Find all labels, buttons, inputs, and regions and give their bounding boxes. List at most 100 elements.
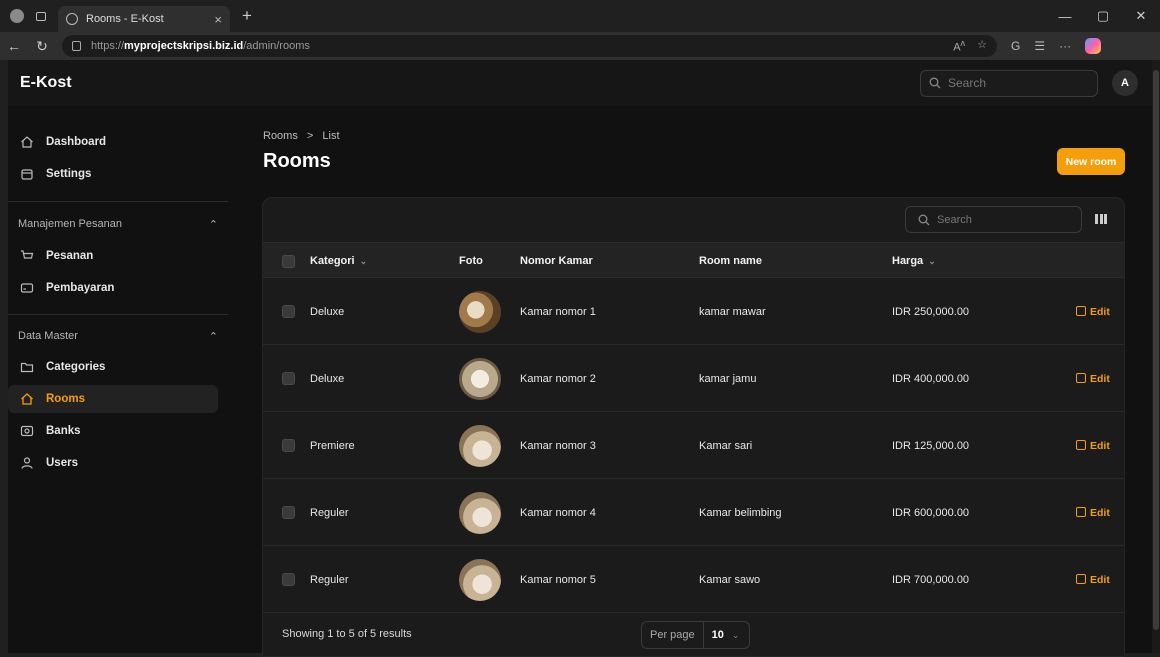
refresh-icon[interactable]: ↻ — [28, 38, 56, 55]
back-icon[interactable]: ← — [0, 38, 28, 54]
row-checkbox[interactable] — [282, 278, 295, 345]
cell-harga: IDR 400,000.00 — [892, 372, 970, 385]
room-photo — [459, 412, 501, 479]
cell-kategori: Reguler — [310, 506, 349, 519]
column-header-kategori[interactable]: Kategori ⌄ — [310, 243, 367, 279]
new-room-button[interactable]: New room — [1057, 148, 1125, 175]
sidebar-divider — [8, 314, 228, 315]
select-all-checkbox[interactable] — [282, 243, 295, 279]
favorite-star-icon[interactable]: ☆ — [977, 38, 987, 54]
minimize-button[interactable]: — — [1046, 9, 1084, 24]
cell-room-name: kamar jamu — [699, 372, 757, 385]
top-bar: E-Kost Search A — [8, 60, 1152, 106]
bank-icon — [20, 424, 34, 438]
tab-actions-icon[interactable] — [36, 11, 46, 21]
cell-room-name: Kamar belimbing — [699, 506, 782, 519]
new-tab-button[interactable]: + — [242, 6, 252, 26]
sidebar-item-dashboard[interactable]: Dashboard — [8, 128, 218, 156]
edit-button[interactable]: Edit — [1076, 546, 1110, 613]
search-icon — [918, 214, 930, 225]
sidebar-group-label: Manajemen Pesanan — [18, 218, 122, 230]
row-checkbox[interactable] — [282, 412, 295, 479]
url-field[interactable]: https://myprojectskripsi.biz.id/admin/ro… — [62, 35, 997, 57]
sidebar-item-pesanan[interactable]: Pesanan — [8, 242, 218, 270]
sidebar-item-settings[interactable]: Settings — [8, 160, 218, 188]
per-page-select[interactable]: Per page 10 ⌄ — [641, 621, 750, 649]
table-search-input[interactable]: Search — [905, 206, 1082, 233]
cell-nomor-kamar: Kamar nomor 3 — [520, 439, 596, 452]
edit-button[interactable]: Edit — [1076, 278, 1110, 345]
home-icon — [20, 392, 34, 406]
row-checkbox[interactable] — [282, 546, 295, 613]
table-footer: Showing 1 to 5 of 5 results Per page 10 … — [263, 613, 1124, 656]
global-search-placeholder: Search — [948, 76, 987, 90]
edit-button[interactable]: Edit — [1076, 345, 1110, 412]
brand-logo[interactable]: E-Kost — [20, 74, 72, 92]
cell-harga: IDR 700,000.00 — [892, 573, 970, 586]
profile-icon[interactable] — [10, 9, 24, 23]
sidebar-item-banks[interactable]: Banks — [8, 417, 218, 445]
more-icon[interactable]: ··· — [1059, 39, 1071, 53]
chevron-down-icon: ⌄ — [731, 629, 740, 640]
sidebar-item-label: Settings — [46, 168, 92, 180]
browser-tab[interactable]: Rooms - E-Kost × — [58, 6, 230, 32]
cell-room-name: Kamar sawo — [699, 573, 761, 586]
table-row: Reguler Kamar nomor 5 Kamar sawo IDR 700… — [263, 546, 1124, 613]
sidebar-item-label: Pesanan — [46, 250, 94, 262]
layers-icon — [20, 167, 34, 181]
column-header-harga[interactable]: Harga ⌄ — [892, 243, 936, 279]
url-host: myprojectskripsi.biz.id — [124, 40, 244, 52]
table-row: Premiere Kamar nomor 3 Kamar sari IDR 12… — [263, 412, 1124, 479]
row-checkbox[interactable] — [282, 479, 295, 546]
folder-icon — [20, 360, 34, 374]
sidebar-item-rooms[interactable]: Rooms — [8, 385, 218, 413]
breadcrumb-rooms-link[interactable]: Rooms — [263, 130, 298, 142]
edit-icon — [1076, 305, 1086, 316]
cell-kategori: Deluxe — [310, 372, 345, 385]
sidebar-item-users[interactable]: Users — [8, 449, 218, 477]
cell-room-name: Kamar sari — [699, 439, 753, 452]
close-window-button[interactable]: ✕ — [1122, 8, 1160, 24]
breadcrumb-current: List — [322, 130, 340, 142]
breadcrumb-separator: > — [306, 130, 314, 142]
globe-icon — [66, 13, 78, 25]
sidebar: Dashboard Settings Manajemen Pesanan ⌃ P… — [8, 106, 228, 653]
sidebar-item-pembayaran[interactable]: Pembayaran — [8, 274, 218, 302]
search-icon — [929, 77, 941, 89]
cell-room-name: kamar mawar — [699, 305, 766, 318]
sidebar-item-categories[interactable]: Categories — [8, 353, 218, 381]
global-search-input[interactable]: Search — [920, 69, 1098, 97]
column-header-nomor-kamar: Nomor Kamar — [520, 255, 593, 267]
table-row: Deluxe Kamar nomor 2 kamar jamu IDR 400,… — [263, 345, 1124, 412]
sidebar-group-data-master[interactable]: Data Master ⌃ — [18, 330, 218, 343]
url-path: /admin/rooms — [243, 40, 310, 52]
table-search-placeholder: Search — [937, 213, 972, 226]
edit-icon — [1076, 506, 1086, 517]
maximize-button[interactable]: ▢ — [1084, 8, 1122, 24]
page-title: Rooms — [263, 150, 331, 172]
edit-icon — [1076, 372, 1086, 383]
home-icon — [20, 135, 34, 149]
read-aloud-icon[interactable]: Aʌ — [953, 38, 965, 54]
avatar[interactable]: A — [1112, 70, 1138, 96]
column-toggle-icon[interactable] — [1095, 214, 1107, 224]
url-prefix: https:// — [91, 40, 125, 52]
column-header-foto: Foto — [459, 255, 483, 267]
cell-nomor-kamar: Kamar nomor 2 — [520, 372, 596, 385]
column-header-room-name: Room name — [699, 255, 762, 267]
extension-icon[interactable]: G — [1011, 39, 1020, 53]
cell-harga: IDR 250,000.00 — [892, 305, 970, 318]
tab-close-icon[interactable]: × — [214, 12, 222, 27]
sidebar-group-manajemen-pesanan[interactable]: Manajemen Pesanan ⌃ — [18, 218, 218, 231]
tab-title: Rooms - E-Kost — [86, 13, 164, 25]
copilot-icon[interactable] — [1085, 38, 1102, 54]
row-checkbox[interactable] — [282, 345, 295, 412]
favorites-icon[interactable]: ☰ — [1034, 39, 1045, 53]
cell-kategori: Deluxe — [310, 305, 345, 318]
page-scrollbar[interactable] — [1152, 60, 1160, 653]
room-photo — [459, 546, 501, 613]
edit-button[interactable]: Edit — [1076, 412, 1110, 479]
edit-button[interactable]: Edit — [1076, 479, 1110, 546]
edit-icon — [1076, 439, 1086, 450]
cell-kategori: Reguler — [310, 573, 349, 586]
